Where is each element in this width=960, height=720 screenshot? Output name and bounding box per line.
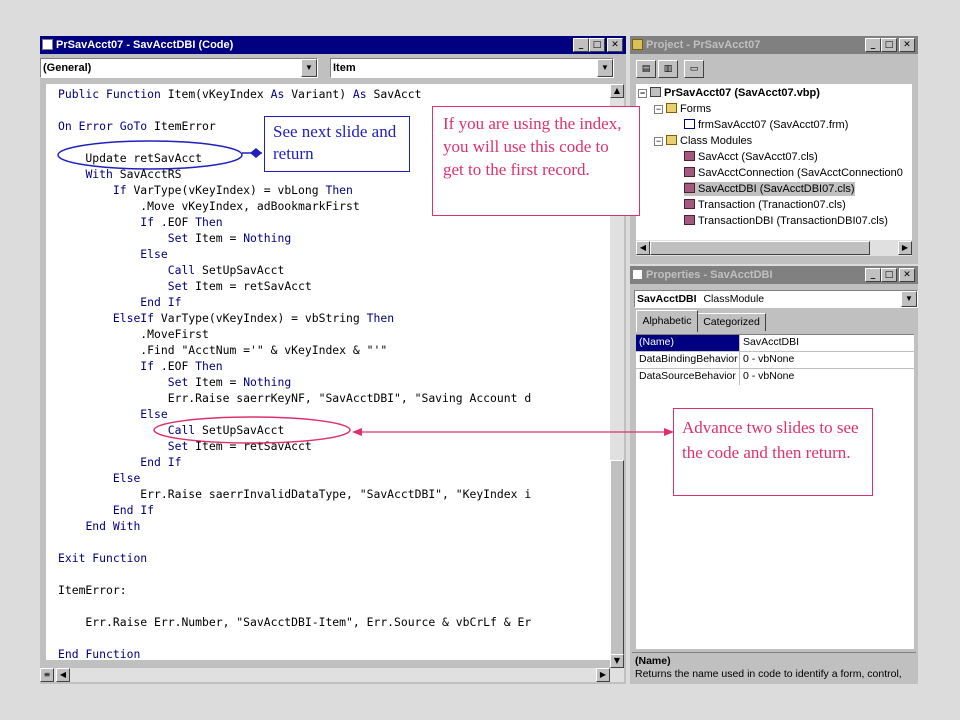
callout-next-slide: See next slide and return <box>264 116 410 172</box>
highlight-ellipse-call <box>153 416 351 444</box>
callout-index-note-text: If you are using the index, you will use… <box>443 114 622 179</box>
callout-next-slide-text: See next slide and return <box>273 122 397 163</box>
connector-diamond <box>250 148 262 158</box>
highlight-ellipse-update <box>57 140 243 170</box>
callout-advance-note-text: Advance two slides to see the code and t… <box>682 418 859 462</box>
callout-index-note: If you are using the index, you will use… <box>432 106 640 216</box>
callout-advance-note: Advance two slides to see the code and t… <box>673 408 873 496</box>
arrow-head-left-icon <box>352 428 362 436</box>
